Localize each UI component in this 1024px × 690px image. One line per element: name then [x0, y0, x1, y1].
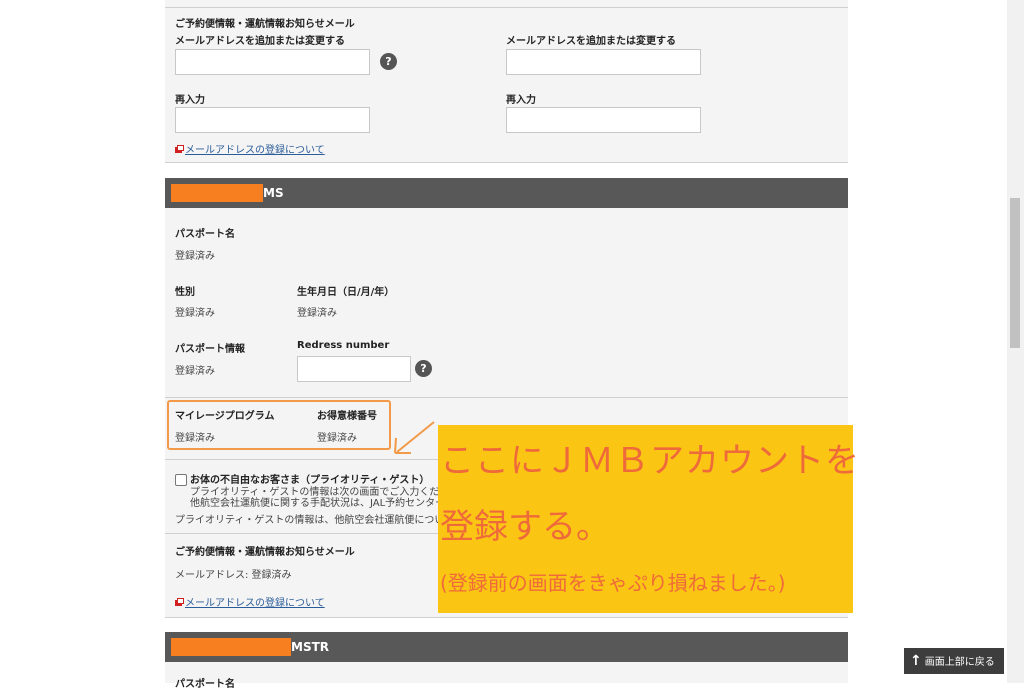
priority-guest-note: プライオリティ・ゲストの情報は、他航空会社運航便につい [175, 515, 445, 526]
passport-info-value: 登録済み [175, 366, 215, 377]
email-input-left[interactable] [175, 49, 370, 75]
annotation-line-2: 登録する。 [440, 507, 610, 547]
passport-name-value: 登録済み [175, 251, 215, 262]
mileage-program-label: マイレージプログラム [175, 411, 275, 422]
priority-guest-desc-2: 他航空会社運航便に関する手配状況は、JAL予約センター [190, 498, 446, 509]
annotation-note: ここにＪＭＢアカウントを 登録する。 (登録前の画面をきゃぷり損ねました。) [438, 425, 859, 613]
divider [165, 617, 848, 618]
passenger-1-header: MS [165, 178, 848, 208]
arrow-up-icon: ↑ [910, 653, 922, 669]
scrollbar-thumb[interactable] [1010, 198, 1020, 348]
dob-label: 生年月日（日/月/年） [297, 287, 395, 298]
divider [165, 7, 848, 8]
help-icon[interactable]: ? [415, 360, 432, 377]
redress-number-input[interactable] [297, 356, 411, 382]
gender-value: 登録済み [175, 308, 215, 319]
notify-email-panel-1: ご予約便情報・運航情報お知らせメール メールアドレスを追加または変更する メール… [165, 0, 848, 163]
email-registration-link[interactable]: メールアドレスの登録について [175, 594, 325, 609]
email-input-right[interactable] [506, 49, 701, 75]
notify-section-title: ご予約便情報・運航情報お知らせメール [175, 19, 355, 30]
redress-label: Redress number [297, 340, 390, 351]
dob-value: 登録済み [297, 308, 337, 319]
page-scrollbar[interactable] [1007, 0, 1024, 683]
email-reenter-input-left[interactable] [175, 107, 370, 133]
divider [165, 162, 848, 163]
email-registration-link-label: メールアドレスの登録について [185, 598, 325, 609]
annotation-line-3: (登録前の画面をきゃぷり損ねました。) [440, 571, 786, 595]
reenter-label-right: 再入力 [506, 95, 536, 106]
passenger-2-header: MSTR [165, 632, 848, 662]
email-label-left: メールアドレスを追加または変更する [175, 36, 345, 47]
external-link-icon [175, 145, 184, 153]
email-reenter-input-right[interactable] [506, 107, 701, 133]
passport-info-label: パスポート情報 [175, 344, 245, 355]
email-registration-link-label: メールアドレスの登録について [185, 145, 325, 156]
back-to-top-button[interactable]: ↑ 画面上部に戻る [904, 648, 1004, 674]
mileage-program-value: 登録済み [175, 433, 215, 444]
redacted-name [171, 184, 263, 202]
passenger-2-details: パスポート名 [165, 662, 848, 690]
help-icon[interactable]: ? [380, 53, 397, 70]
notify-section-title: ご予約便情報・運航情報お知らせメール [175, 547, 355, 558]
email-status: メールアドレス: 登録済み [175, 570, 292, 581]
pointer-arrow-icon [394, 421, 435, 454]
passenger-1-name-suffix: MS [263, 186, 284, 200]
redacted-name [171, 638, 291, 656]
divider [165, 397, 848, 398]
email-registration-link[interactable]: メールアドレスの登録について [175, 141, 325, 156]
page: ご予約便情報・運航情報お知らせメール メールアドレスを追加または変更する メール… [0, 0, 1024, 690]
passport-name-label: パスポート名 [175, 229, 235, 240]
reenter-label-left: 再入力 [175, 95, 205, 106]
member-number-label: お得意様番号 [317, 411, 377, 422]
passenger-2-name-suffix: MSTR [291, 640, 330, 654]
priority-guest-checkbox[interactable] [175, 474, 187, 486]
annotation-line-1: ここにＪＭＢアカウントを [440, 441, 860, 481]
email-label-right: メールアドレスを追加または変更する [506, 36, 676, 47]
gender-label: 性別 [175, 287, 195, 298]
external-link-icon [175, 598, 184, 606]
member-number-value: 登録済み [317, 433, 357, 444]
back-to-top-label: 画面上部に戻る [924, 657, 995, 668]
